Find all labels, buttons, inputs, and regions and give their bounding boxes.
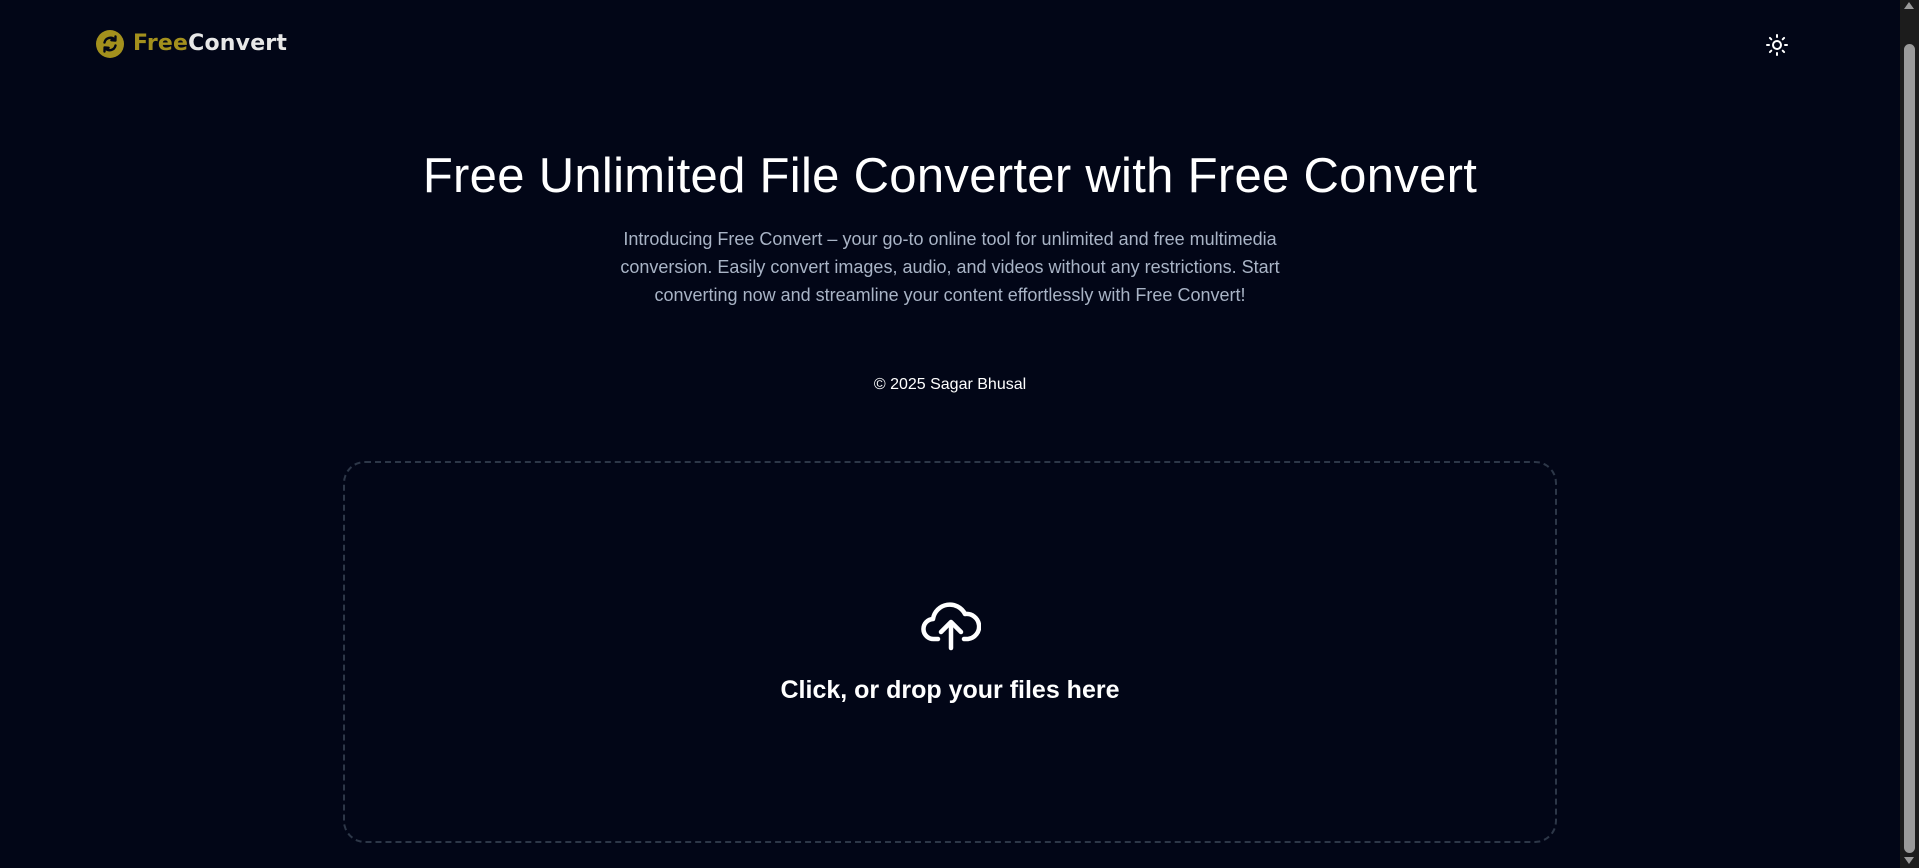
- page-title: Free Unlimited File Converter with Free …: [422, 149, 1478, 203]
- hero-description: Introducing Free Convert – your go-to on…: [620, 229, 1280, 305]
- theme-toggle-button[interactable]: [1763, 33, 1791, 61]
- page: FreeConvert Free Unlimited File Converte…: [0, 0, 1919, 868]
- logo-link[interactable]: FreeConvert: [95, 29, 287, 59]
- dropzone-label: Click, or drop your files here: [780, 676, 1120, 704]
- logo-text-convert: Convert: [188, 31, 288, 56]
- copyright-text: © 2025 Sagar Bhusal: [873, 376, 1027, 393]
- header: FreeConvert: [0, 0, 1900, 90]
- sun-icon: [1765, 33, 1789, 62]
- vertical-scrollbar[interactable]: [1900, 0, 1919, 868]
- refresh-circle-icon: [95, 29, 125, 59]
- cloud-upload-icon: [921, 599, 982, 651]
- scrollbar-thumb[interactable]: [1904, 44, 1915, 853]
- logo-text-free: Free: [133, 31, 189, 56]
- file-dropzone[interactable]: Click, or drop your files here: [343, 461, 1557, 843]
- scroll-up-arrow-icon[interactable]: [1904, 2, 1914, 9]
- scroll-down-arrow-icon[interactable]: [1904, 857, 1914, 864]
- logo-text: FreeConvert: [133, 29, 287, 59]
